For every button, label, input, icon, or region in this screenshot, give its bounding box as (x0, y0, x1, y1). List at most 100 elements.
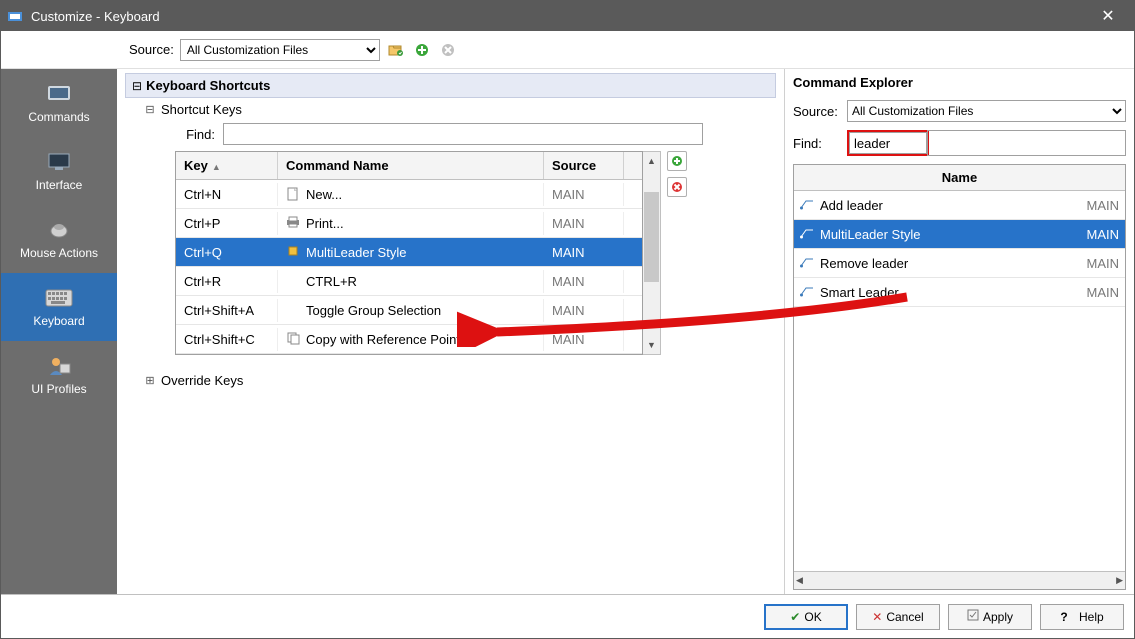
center-pane: ⊟ Keyboard Shortcuts ⊟ Shortcut Keys Fin… (117, 69, 784, 594)
collapse-icon[interactable]: ⊟ (143, 103, 157, 116)
leader-icon (800, 256, 814, 270)
titlebar: Customize - Keyboard ✕ (1, 1, 1134, 31)
shortcut-row[interactable]: Ctrl+PPrint...MAIN (176, 209, 642, 238)
explorer-source-row: Source: All Customization Files (793, 100, 1126, 122)
leader-icon (800, 285, 814, 299)
delete-button[interactable] (438, 40, 458, 60)
find-input[interactable] (223, 123, 703, 145)
explorer-find-label: Find: (793, 136, 847, 151)
button-bar: ✔OK ✕Cancel Apply ? Help (1, 594, 1134, 638)
explorer-row[interactable]: Remove leaderMAIN (794, 249, 1125, 278)
remove-shortcut-button[interactable] (667, 177, 687, 197)
open-folder-button[interactable] (386, 40, 406, 60)
sidebar-label: Mouse Actions (20, 246, 98, 260)
explorer-cell-source: MAIN (1071, 198, 1119, 213)
commands-icon (45, 82, 73, 106)
interface-icon (45, 150, 73, 174)
scroll-left-icon[interactable]: ◀ (796, 575, 803, 586)
help-icon: ? (1060, 610, 1067, 624)
app-icon (7, 8, 23, 24)
main-area: ⊟ Keyboard Shortcuts ⊟ Shortcut Keys Fin… (117, 69, 1134, 594)
explorer-title: Command Explorer (793, 75, 1126, 90)
source-select[interactable]: All Customization Files (180, 39, 380, 61)
help-button[interactable]: ? Help (1040, 604, 1124, 630)
explorer-cell-source: MAIN (1071, 256, 1119, 271)
shortcut-row[interactable]: Ctrl+RCTRL+RMAIN (176, 267, 642, 296)
cell-key: Ctrl+P (176, 212, 278, 235)
highlight-box (847, 130, 929, 156)
shortcut-row[interactable]: Ctrl+Shift+AToggle Group SelectionMAIN (176, 296, 642, 325)
cell-command: MultiLeader Style (278, 241, 544, 264)
cell-key: Ctrl+Shift+C (176, 328, 278, 351)
explorer-blank (794, 307, 1125, 571)
explorer-source-select[interactable]: All Customization Files (847, 100, 1126, 122)
cell-command: Copy with Reference Point (278, 328, 544, 351)
collapse-icon[interactable]: ⊟ (132, 79, 142, 93)
explorer-row[interactable]: Add leaderMAIN (794, 191, 1125, 220)
grid-header: Key▲ Command Name Source (176, 152, 642, 180)
sidebar-item-mouse[interactable]: Mouse Actions (1, 205, 117, 273)
shortcut-row[interactable]: Ctrl+Shift+CCopy with Reference PointMAI… (176, 325, 642, 354)
cancel-button[interactable]: ✕Cancel (856, 604, 940, 630)
customize-dialog: Customize - Keyboard ✕ Source: All Custo… (0, 0, 1135, 639)
scroll-right-icon[interactable]: ▶ (1116, 575, 1123, 586)
sidebar-item-commands[interactable]: Commands (1, 69, 117, 137)
cmd-icon (286, 245, 300, 259)
cell-source: MAIN (544, 299, 624, 322)
explorer-row[interactable]: MultiLeader StyleMAIN (794, 220, 1125, 249)
explorer-row[interactable]: Smart LeaderMAIN (794, 278, 1125, 307)
shortcut-row[interactable]: Ctrl+QMultiLeader StyleMAIN (176, 238, 642, 267)
mouse-icon (45, 218, 73, 242)
explorer-list: Name Add leaderMAINMultiLeader StyleMAIN… (793, 164, 1126, 590)
tree-shortcut-keys[interactable]: ⊟ Shortcut Keys (143, 102, 776, 117)
dialog-body: Commands Interface Mouse Actions Keyboar… (1, 69, 1134, 594)
explorer-source-label: Source: (793, 104, 847, 119)
apply-button[interactable]: Apply (948, 604, 1032, 630)
close-button[interactable]: ✕ (1088, 6, 1128, 26)
explorer-find-input-rest[interactable] (927, 130, 1126, 156)
expand-icon[interactable]: ⊞ (143, 374, 157, 387)
cell-source: MAIN (544, 212, 624, 235)
sidebar-label: Commands (28, 110, 89, 124)
scroll-thumb[interactable] (644, 192, 659, 282)
sidebar-item-keyboard[interactable]: Keyboard (1, 273, 117, 341)
command-explorer-pane: Command Explorer Source: All Customizati… (784, 69, 1134, 594)
col-command[interactable]: Command Name (278, 152, 544, 179)
scroll-down-icon[interactable]: ▼ (643, 336, 660, 354)
grid-side-buttons (667, 151, 687, 355)
explorer-cell-name: Add leader (800, 198, 1071, 213)
keyboard-shortcuts-header[interactable]: ⊟ Keyboard Shortcuts (125, 73, 776, 98)
col-source[interactable]: Source (544, 152, 624, 179)
cmd-icon (286, 216, 300, 230)
cell-key: Ctrl+N (176, 183, 278, 206)
sort-asc-icon: ▲ (212, 162, 221, 172)
cell-command: CTRL+R (278, 270, 544, 293)
find-label: Find: (175, 127, 215, 142)
explorer-name-header[interactable]: Name (794, 165, 1125, 191)
explorer-hscrollbar[interactable]: ◀▶ (794, 571, 1125, 589)
cell-key: Ctrl+Shift+A (176, 299, 278, 322)
sidebar-item-interface[interactable]: Interface (1, 137, 117, 205)
add-shortcut-button[interactable] (667, 151, 687, 171)
explorer-cell-name: Remove leader (800, 256, 1071, 271)
grid-scrollbar[interactable]: ▲ ▼ (643, 151, 661, 355)
sidebar-label: Interface (36, 178, 83, 192)
ok-button[interactable]: ✔OK (764, 604, 848, 630)
tree-label: Override Keys (161, 373, 243, 388)
tree-override-keys[interactable]: ⊞ Override Keys (143, 373, 776, 388)
sidebar-item-uiprofiles[interactable]: UI Profiles (1, 341, 117, 409)
cmd-icon (286, 187, 300, 201)
explorer-find-input[interactable] (849, 132, 927, 154)
cmd-icon (286, 274, 300, 288)
sidebar-label: UI Profiles (31, 382, 86, 396)
cell-source: MAIN (544, 270, 624, 293)
keyboard-icon (45, 286, 73, 310)
col-key[interactable]: Key▲ (176, 152, 278, 179)
shortcut-row[interactable]: Ctrl+NNew...MAIN (176, 180, 642, 209)
profiles-icon (45, 354, 73, 378)
explorer-cell-name: MultiLeader Style (800, 227, 1071, 242)
add-button[interactable] (412, 40, 432, 60)
window-title: Customize - Keyboard (31, 9, 1088, 24)
category-sidebar: Commands Interface Mouse Actions Keyboar… (1, 69, 117, 594)
scroll-up-icon[interactable]: ▲ (643, 152, 660, 170)
